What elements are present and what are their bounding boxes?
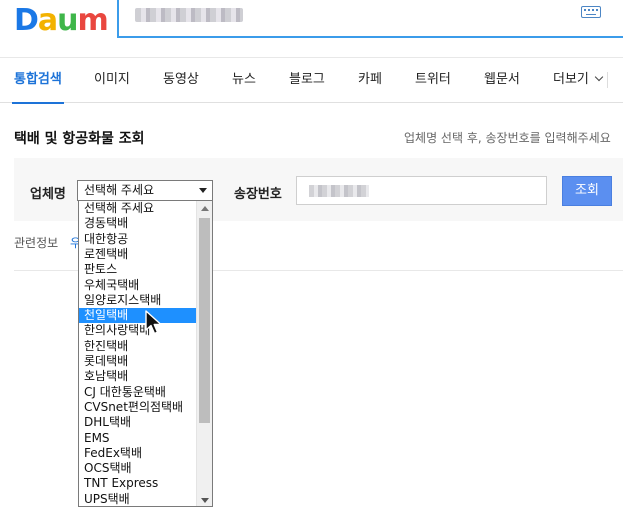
dropdown-option[interactable]: 경동택배 [79,216,197,231]
scrollbar-thumb[interactable] [199,218,210,423]
dropdown-option[interactable]: 판토스 [79,262,197,277]
dropdown-option[interactable]: TNT Express [79,476,197,491]
company-label: 업체명 [30,187,66,202]
related-info-label: 관련정보 [14,236,59,250]
dropdown-option[interactable]: 호남택배 [79,369,197,384]
tab-news[interactable]: 뉴스 [232,58,256,103]
dropdown-option[interactable]: 한진택배 [79,339,197,354]
tab-images[interactable]: 이미지 [94,58,130,103]
tab-more[interactable]: 더보기 [553,58,604,103]
scroll-up-arrow-icon[interactable] [201,206,209,211]
chevron-down-icon [594,72,604,82]
dropdown-option[interactable]: OCS택배 [79,461,197,476]
section-help-text: 업체명 선택 후, 송장번호를 입력해주세요 [404,131,611,145]
invoice-value-obscured [309,185,369,197]
daum-logo[interactable]: D a u m [14,0,109,38]
company-select[interactable]: 선택해 주세요 [77,180,213,201]
tab-all[interactable]: 통합검색 [12,58,64,104]
tab-blog[interactable]: 블로그 [289,58,325,103]
dropdown-option[interactable]: 롯데택배 [79,354,197,369]
tab-twitter[interactable]: 트위터 [415,58,451,103]
dropdown-option[interactable]: DHL택배 [79,415,197,430]
logo-letter: m [77,3,109,38]
search-tabs: 통합검색 이미지 동영상 뉴스 블로그 카페 트위터 웹문서 더보기 [0,57,623,104]
logo-letter: a [37,3,58,38]
tab-videos[interactable]: 동영상 [163,58,199,103]
dropdown-option[interactable]: FedEx택배 [79,446,197,461]
company-select-value: 선택해 주세요 [84,183,155,197]
query-button[interactable]: 조회 [562,176,612,206]
section-title: 택배 및 항공화물 조회 [14,131,145,147]
dropdown-arrow-icon [199,188,207,193]
invoice-label: 송장번호 [234,187,282,202]
dropdown-option[interactable]: EMS [79,431,197,446]
company-dropdown-list[interactable]: 선택해 주세요 경동택배 대한항공 로젠택배 판토스 우체국택배 일양로지스택배… [78,201,213,507]
dropdown-option[interactable]: 대한항공 [79,232,197,247]
dropdown-option[interactable]: 한의사랑택배 [79,323,197,338]
tab-web-docs[interactable]: 웹문서 [484,58,520,103]
dropdown-option[interactable]: CJ 대한통운택배 [79,385,197,400]
invoice-number-input[interactable] [296,176,547,205]
scroll-down-arrow-icon[interactable] [201,498,209,503]
mouse-pointer-icon [145,310,162,335]
search-input[interactable] [117,0,623,38]
tab-cafe[interactable]: 카페 [358,58,382,103]
tab-divider [607,72,608,88]
logo-letter: u [57,3,78,38]
keyboard-icon[interactable] [581,6,601,18]
dropdown-option[interactable]: 우체국택배 [79,278,197,293]
dropdown-option[interactable]: CVSnet편의점택배 [79,400,197,415]
dropdown-option[interactable]: UPS택배 [79,492,197,506]
dropdown-option[interactable]: 로젠택배 [79,247,197,262]
dropdown-option[interactable]: 선택해 주세요 [79,201,197,216]
dropdown-scrollbar[interactable] [196,201,212,506]
dropdown-option[interactable]: 일양로지스택배 [79,293,197,308]
tab-more-label: 더보기 [553,72,589,87]
search-query-obscured [135,8,243,22]
logo-letter: D [14,3,39,38]
dropdown-option-highlighted[interactable]: 천일택배 [79,308,197,324]
